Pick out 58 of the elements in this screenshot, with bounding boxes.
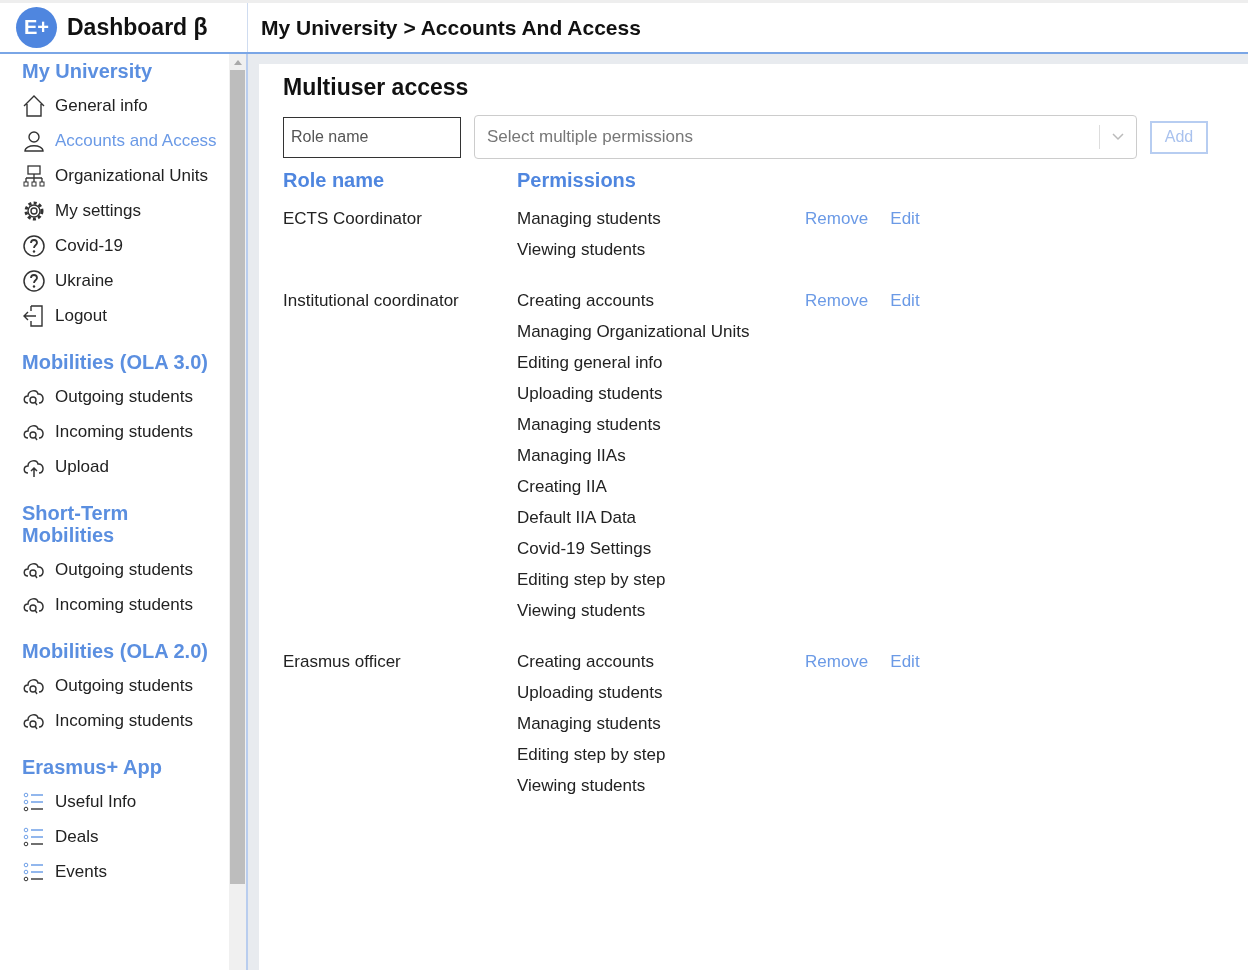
app-title: Dashboard β	[67, 14, 208, 41]
permissions-select[interactable]: Select multiple permissions	[474, 115, 1137, 159]
logo: E+	[16, 7, 57, 48]
section-heading: Mobilities (OLA 2.0)	[22, 640, 209, 662]
permission: Creating accounts	[517, 651, 656, 673]
page-title: Multiuser access	[283, 74, 470, 101]
chevron-down-icon	[1112, 133, 1124, 141]
role-name: ECTS Coordinator	[283, 208, 423, 230]
section-heading: Mobilities (OLA 3.0)	[22, 351, 209, 373]
section-heading: My University	[22, 60, 154, 82]
sidebar-item[interactable]: Covid-19	[22, 228, 229, 263]
permission: Editing general info	[517, 352, 664, 374]
permission: Uploading students	[517, 682, 664, 704]
sidebar-item[interactable]: Outgoing students	[22, 379, 229, 414]
help-icon	[22, 233, 46, 258]
permission: Creating accounts	[517, 290, 656, 312]
permission: Viewing students	[517, 239, 647, 261]
sidebar-item[interactable]: Outgoing students	[22, 552, 229, 587]
home-icon	[22, 93, 46, 118]
sidebar-item[interactable]: Deals	[22, 819, 229, 854]
sidebar-item[interactable]: Incoming students	[22, 703, 229, 738]
sidebar-item[interactable]: My settings	[22, 193, 229, 228]
role-name: Institutional coordinator	[283, 290, 460, 312]
permission: Managing IIAs	[517, 445, 627, 467]
sidebar-item[interactable]: Incoming students	[22, 414, 229, 449]
sitemap-icon	[22, 163, 46, 188]
permission: Creating IIA	[517, 476, 608, 498]
sidebar-item[interactable]: Useful Info	[22, 784, 229, 819]
scrollbar[interactable]	[229, 54, 246, 970]
sidebar-item[interactable]: Incoming students	[22, 587, 229, 622]
role-name-field[interactable]: Role name	[283, 116, 461, 158]
permission: Managing students	[517, 208, 662, 230]
section-heading: Short-Term Mobilities	[22, 502, 130, 546]
sidebar-item[interactable]: Ukraine	[22, 263, 229, 298]
user-icon	[22, 128, 46, 153]
sidebar-item[interactable]: Upload	[22, 449, 229, 484]
role-name: Erasmus officer	[283, 651, 402, 673]
permission: Viewing students	[517, 600, 647, 622]
logout-icon	[22, 303, 46, 328]
sidebar-item[interactable]: Logout	[22, 298, 229, 333]
column-header: Permissions	[517, 169, 637, 193]
sidebar-item[interactable]: General info	[22, 88, 229, 123]
permission: Editing step by step	[517, 744, 667, 766]
sidebar-item[interactable]: Outgoing students	[22, 668, 229, 703]
permission: Managing students	[517, 713, 662, 735]
permission: Default IIA Data	[517, 507, 638, 529]
permission: Managing Organizational Units	[517, 321, 751, 343]
permission: Editing step by step	[517, 569, 667, 591]
sidebar-item[interactable]: Events	[22, 854, 229, 889]
permission: Managing students	[517, 414, 662, 436]
sidebar-item[interactable]: Organizational Units	[22, 158, 229, 193]
permission: Viewing students	[517, 775, 647, 797]
permission: Uploading students	[517, 383, 664, 405]
column-header: Role name	[283, 169, 386, 193]
section-heading: Erasmus+ App	[22, 756, 163, 778]
breadcrumb: My University > Accounts And Access	[260, 14, 641, 41]
help-icon	[22, 268, 46, 293]
permission: Covid-19 Settings	[517, 538, 653, 560]
